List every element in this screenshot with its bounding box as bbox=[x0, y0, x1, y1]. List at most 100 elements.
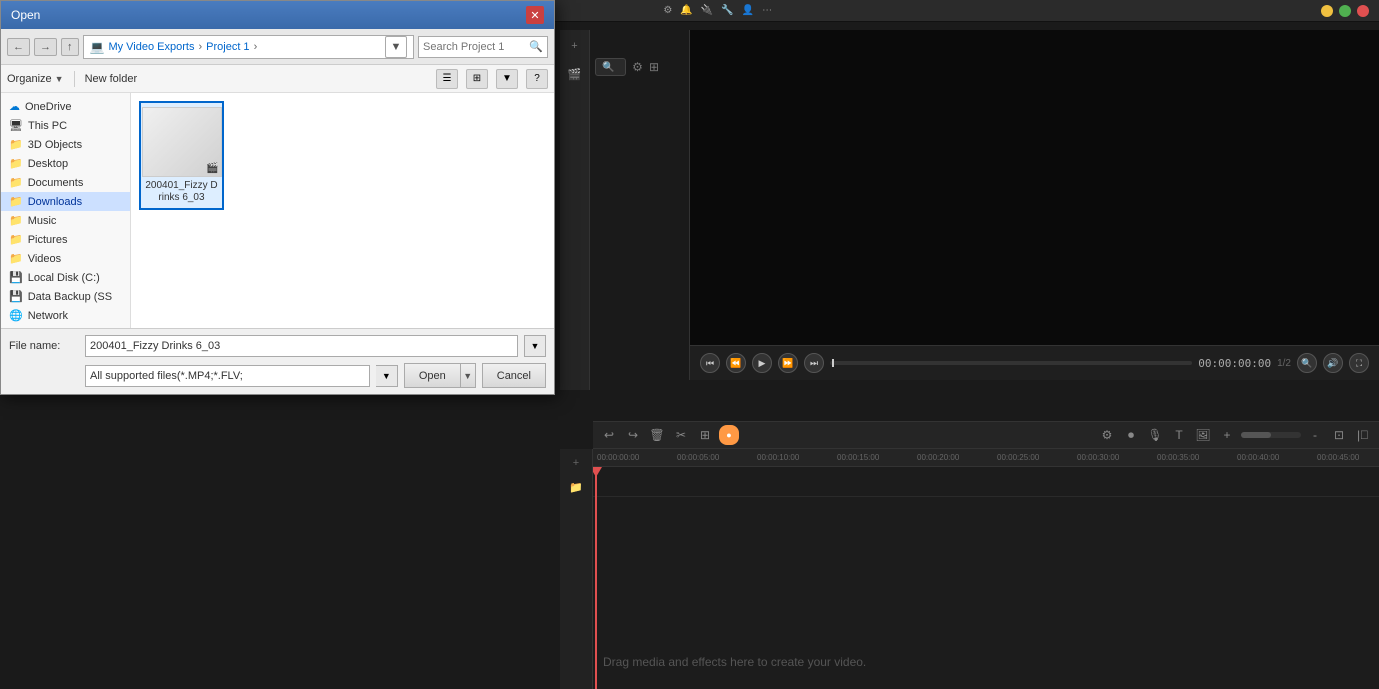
close-button[interactable] bbox=[1357, 5, 1369, 17]
delete-button[interactable]: 🗑 bbox=[647, 425, 667, 445]
add-title-button[interactable]: T bbox=[1169, 425, 1189, 445]
fullscreen-button[interactable]: ⛶ bbox=[1349, 353, 1369, 373]
path-dropdown-button[interactable]: ▼ bbox=[385, 36, 407, 58]
ruler-mark-6: 00:00:30:00 bbox=[1077, 453, 1157, 462]
grid-icon[interactable]: ⊞ bbox=[649, 60, 659, 74]
cancel-button[interactable]: Cancel bbox=[482, 363, 546, 388]
sidebar-item-pictures[interactable]: 📁 Pictures bbox=[1, 230, 130, 249]
marker-button[interactable]: |⃒ bbox=[1353, 425, 1373, 445]
timeline-add-button[interactable]: + bbox=[566, 453, 586, 473]
settings-icon[interactable]: ⚙ bbox=[663, 5, 672, 16]
volume-button[interactable]: 🔊 bbox=[1323, 353, 1343, 373]
sidebar-item-videos[interactable]: 📁 Videos bbox=[1, 249, 130, 268]
filter-icon[interactable]: ⚙ bbox=[632, 60, 643, 74]
dialog-close-button[interactable]: ✕ bbox=[526, 6, 544, 24]
step-forward-button[interactable]: ⏭ bbox=[804, 353, 824, 373]
search-input[interactable] bbox=[423, 41, 529, 53]
open-dropdown-button[interactable]: ▼ bbox=[460, 363, 476, 388]
sidebar-item-localdisk[interactable]: 💾 Local Disk (C:) bbox=[1, 268, 130, 287]
music-icon: 📁 bbox=[9, 214, 23, 227]
dialog-sidebar: ☁ OneDrive 🖥 This PC 📁 3D Objects 📁 Desk… bbox=[1, 93, 131, 328]
view-list-button[interactable]: ☰ bbox=[436, 69, 458, 89]
sidebar-item-network[interactable]: 🌐 Network bbox=[1, 306, 130, 325]
nav-forward-button[interactable]: → bbox=[34, 38, 57, 56]
open-dialog: Open ✕ ← → ↑ 💻 My Video Exports › Projec… bbox=[0, 0, 555, 395]
ruler-mark-8: 00:00:40:00 bbox=[1237, 453, 1317, 462]
zoom-slider[interactable] bbox=[1241, 432, 1301, 438]
sidebar-item-backup[interactable]: 💾 Data Backup (SS bbox=[1, 287, 130, 306]
zoom-button[interactable]: 🔍 bbox=[1297, 353, 1317, 373]
ruler-mark-2: 00:00:10:00 bbox=[757, 453, 837, 462]
documents-icon: 📁 bbox=[9, 176, 23, 189]
organize-button[interactable]: Organize ▼ bbox=[7, 73, 64, 85]
minimize-button[interactable] bbox=[1321, 5, 1333, 17]
zoom-in-button[interactable]: + bbox=[1217, 425, 1237, 445]
sidebar-item-thispc[interactable]: 🖥 This PC bbox=[1, 116, 130, 135]
localdisk-label: Local Disk (C:) bbox=[28, 272, 100, 284]
record-button[interactable]: ⏺ bbox=[1121, 425, 1141, 445]
filename-row: File name: ▼ bbox=[9, 335, 546, 357]
dialog-bottom: File name: ▼ All supported files(*.MP4;*… bbox=[1, 328, 554, 394]
profile-icon[interactable]: 👤 bbox=[742, 5, 754, 16]
path-part-1[interactable]: My Video Exports bbox=[108, 41, 194, 53]
media-search-input[interactable] bbox=[618, 61, 619, 73]
sidebar-item-desktop[interactable]: 📁 Desktop bbox=[1, 154, 130, 173]
sidebar-item-documents[interactable]: 📁 Documents bbox=[1, 173, 130, 192]
side-navigation: + 🎬 bbox=[560, 30, 590, 390]
dialog-buttons: Open ▼ Cancel bbox=[404, 363, 546, 388]
backup-icon: 💾 bbox=[9, 290, 23, 303]
nav-back-button[interactable]: ← bbox=[7, 38, 30, 56]
voiceover-button[interactable]: 🎙 bbox=[1145, 425, 1165, 445]
toolbar-sep-1 bbox=[74, 71, 75, 87]
video-preview-panel: ⏮ ⏪ ▶ ⏩ ⏭ 00:00:00:00 1/2 🔍 🔊 ⛶ bbox=[689, 30, 1379, 380]
sidebar-item-music[interactable]: 📁 Music bbox=[1, 211, 130, 230]
notification-icon[interactable]: 🔔 bbox=[680, 5, 692, 16]
timeline-folder-button[interactable]: 📁 bbox=[566, 477, 586, 497]
nav-up-button[interactable]: ↑ bbox=[61, 38, 79, 56]
tools-icon[interactable]: 🔧 bbox=[721, 5, 733, 16]
undo-button[interactable]: ↩ bbox=[599, 425, 619, 445]
play-back-button[interactable]: ⏪ bbox=[726, 353, 746, 373]
timeline-left-controls: + 📁 bbox=[560, 449, 593, 689]
address-icon: 💻 bbox=[90, 40, 105, 54]
redo-button[interactable]: ↪ bbox=[623, 425, 643, 445]
play-button[interactable]: ▶ bbox=[752, 353, 772, 373]
media-library-button[interactable]: 🎬 bbox=[564, 63, 586, 85]
sidebar-item-onedrive[interactable]: ☁ OneDrive bbox=[1, 97, 130, 116]
filename-input[interactable] bbox=[85, 335, 518, 357]
more-icon[interactable]: ⋯ bbox=[762, 5, 772, 16]
settings-button[interactable]: ⚙ bbox=[1097, 425, 1117, 445]
downloads-label: Downloads bbox=[28, 196, 82, 208]
filename-dropdown-button[interactable]: ▼ bbox=[524, 335, 546, 357]
dialog-toolbar: Organize ▼ New folder ☰ ⊞ ▼ ? bbox=[1, 65, 554, 93]
filetype-select[interactable]: All supported files(*.MP4;*.FLV; bbox=[85, 365, 370, 387]
sidebar-item-3dobjects[interactable]: 📁 3D Objects bbox=[1, 135, 130, 154]
fit-button[interactable]: ⊡ bbox=[1329, 425, 1349, 445]
add-media-button[interactable]: + bbox=[564, 35, 586, 57]
add-image-button[interactable]: 🖼 bbox=[1193, 425, 1213, 445]
play-forward-button[interactable]: ⏩ bbox=[778, 353, 798, 373]
view-dropdown-button[interactable]: ▼ bbox=[496, 69, 518, 89]
fraction-display: 1/2 bbox=[1277, 358, 1291, 369]
step-back-button[interactable]: ⏮ bbox=[700, 353, 720, 373]
zoom-out-button[interactable]: - bbox=[1305, 425, 1325, 445]
view-grid-button[interactable]: ⊞ bbox=[466, 69, 488, 89]
path-part-2[interactable]: Project 1 bbox=[206, 41, 249, 53]
plugin-icon[interactable]: 🔌 bbox=[701, 5, 713, 16]
ruler-mark-0: 00:00:00:00 bbox=[597, 453, 677, 462]
playback-progress[interactable] bbox=[830, 361, 1192, 365]
detach-button[interactable]: ⊞ bbox=[695, 425, 715, 445]
3dobjects-label: 3D Objects bbox=[28, 139, 82, 151]
file-item-0[interactable]: 🎬 200401_Fizzy Drinks 6_03 bbox=[139, 101, 224, 210]
thispc-icon: 🖥 bbox=[9, 119, 23, 132]
sidebar-item-downloads[interactable]: 📁 Downloads bbox=[1, 192, 130, 211]
new-folder-button[interactable]: New folder bbox=[85, 73, 138, 85]
filetype-dropdown-button[interactable]: ▼ bbox=[376, 365, 398, 387]
maximize-button[interactable] bbox=[1339, 5, 1351, 17]
help-button[interactable]: ? bbox=[526, 69, 548, 89]
desktop-label: Desktop bbox=[28, 158, 68, 170]
open-button[interactable]: Open bbox=[404, 363, 460, 388]
split-button[interactable]: ✂ bbox=[671, 425, 691, 445]
address-path[interactable]: 💻 My Video Exports › Project 1 › ▼ bbox=[83, 35, 415, 59]
speed-button[interactable]: ● bbox=[719, 425, 739, 445]
